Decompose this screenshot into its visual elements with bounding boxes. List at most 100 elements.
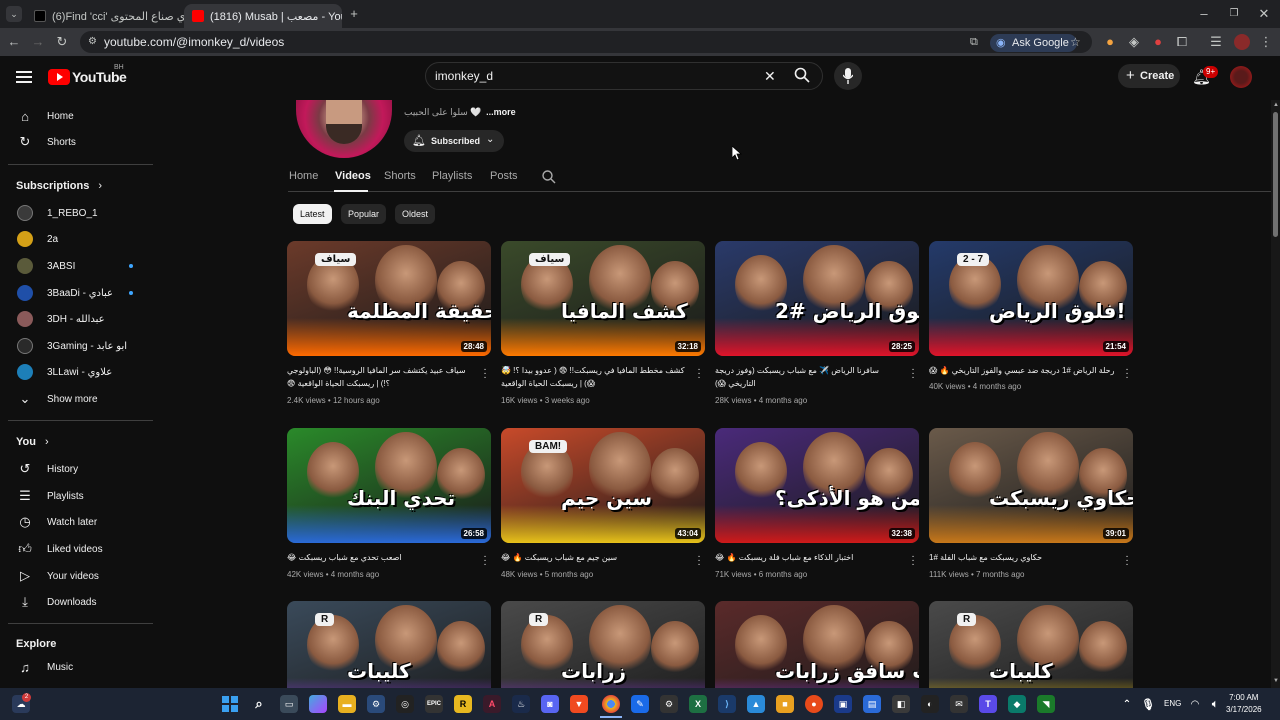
reading-list-icon[interactable]: ☰ [1208, 34, 1224, 50]
app-orange-icon[interactable]: ● [805, 695, 823, 713]
sidebar-item-downloads[interactable]: ⤓ Downloads [0, 589, 152, 615]
app-teal-icon[interactable]: ◆ [1008, 695, 1026, 713]
sidebar-item-your-videos[interactable]: ▷ Your videos [0, 563, 152, 589]
video-menu-icon[interactable]: · · · [909, 365, 917, 383]
tray-overflow-icon[interactable]: ⌃ [1118, 695, 1136, 713]
subscription-item[interactable]: 3DH - عبدالله [0, 306, 152, 332]
wifi-icon[interactable]: ◠ [1186, 695, 1204, 713]
youtube-logo[interactable]: YouTube BH [48, 64, 127, 90]
extensions-puzzle-icon[interactable]: ⧠ [1174, 34, 1190, 50]
search-icon[interactable] [794, 67, 810, 88]
search-input[interactable]: imonkey_d [435, 69, 493, 83]
browser-tab-1[interactable]: (6)Find 'cci' دوري صناع المحتوى ✕ [26, 4, 184, 28]
extension-shield-icon[interactable]: ◈ [1126, 34, 1142, 50]
clear-search-icon[interactable]: ✕ [764, 68, 776, 85]
subscription-item[interactable]: 3BaaDi - عبادي [0, 280, 152, 306]
mail-icon[interactable]: ✉ [950, 695, 968, 713]
video-title[interactable]: رحلة الرياض #1 دريجة ضد عبسي والفوز التا… [929, 364, 1115, 377]
video-menu-icon[interactable]: · · · [481, 365, 489, 383]
volume-icon[interactable]: 🔈︎ [1206, 695, 1224, 713]
video-title[interactable]: سافرنا الرياض ✈️ مع شباب ريسبكت (وفوز در… [715, 364, 901, 390]
video-menu-icon[interactable]: · · · [1123, 365, 1131, 383]
channel-bio[interactable]: سلوا على الحبيب 🤍 ...more [404, 107, 516, 118]
tab-playlists[interactable]: Playlists [432, 170, 472, 182]
show-more-button[interactable]: ⌄ Show more [0, 386, 152, 412]
scroll-up-arrow-icon[interactable]: ▲ [1273, 102, 1279, 108]
store-icon[interactable]: ■ [776, 695, 794, 713]
minimize-icon[interactable]: – [1196, 6, 1212, 22]
video-title[interactable]: اصعب تحدي مع شباب ريسبكت 😂 [287, 551, 473, 564]
address-bar[interactable]: ⚙ youtube.com/@imonkey_d/videos ⧉ ◉ Ask … [80, 31, 1092, 53]
bookmark-star-icon[interactable]: ☆ [1070, 31, 1081, 53]
video-menu-icon[interactable]: · · · [1123, 552, 1131, 570]
install-app-icon[interactable]: ⧉ [970, 31, 978, 53]
video-thumbnail[interactable]: كشف المافيا سياف 32:18 [501, 241, 705, 356]
tab-home[interactable]: Home [289, 170, 318, 182]
voice-search-button[interactable] [834, 62, 862, 90]
video-thumbnail[interactable]: سين جيم BAM! 43:04 [501, 428, 705, 543]
search-box[interactable]: imonkey_d ✕ [425, 62, 823, 90]
channel-avatar[interactable] [296, 100, 392, 158]
extension-2-icon[interactable]: ● [1150, 34, 1166, 50]
language-indicator[interactable]: ENG [1164, 699, 1181, 708]
task-view-icon[interactable]: ▭ [280, 695, 298, 713]
new-tab-icon[interactable]: + [346, 6, 362, 22]
page-scrollbar[interactable]: ▲ ▼ [1271, 100, 1280, 688]
restore-icon[interactable]: ❐ [1226, 6, 1242, 22]
channel-search-icon[interactable] [542, 170, 556, 189]
rockstar-icon[interactable]: R [454, 695, 472, 713]
sidebar-item-history[interactable]: ↺ History [0, 456, 152, 482]
chip-latest[interactable]: Latest [293, 204, 332, 224]
affinity-icon[interactable]: A [483, 695, 501, 713]
subscription-item[interactable]: 2a [0, 226, 152, 252]
video-menu-icon[interactable]: · · · [695, 552, 703, 570]
subscription-item[interactable]: 3Gaming - ابو عابد [0, 333, 152, 359]
chip-oldest[interactable]: Oldest [395, 204, 436, 224]
subscription-item[interactable]: 1_REBO_1 [0, 200, 152, 226]
video-title[interactable]: اختبار الذكاء مع شباب فلة ريسبكت 🔥 😂 [715, 551, 901, 564]
system-clock[interactable]: 7:00 AM 3/17/2026 [1226, 692, 1262, 716]
teams-icon[interactable]: T [979, 695, 997, 713]
obs-icon[interactable]: ◎ [396, 695, 414, 713]
you-heading[interactable]: You › [16, 436, 49, 448]
vscode-icon[interactable]: ⟩ [718, 695, 736, 713]
subscription-item[interactable]: 3ABSI [0, 253, 152, 279]
tab-shorts[interactable]: Shorts [384, 170, 416, 182]
hamburger-menu-icon[interactable] [16, 70, 32, 83]
sidebar-item-shorts[interactable]: ↻ Shorts [0, 129, 152, 155]
ask-google-button[interactable]: ◉ Ask Google [990, 34, 1077, 52]
profile-avatar[interactable] [1234, 34, 1250, 50]
sidebar-item-home[interactable]: ⌂ Home [0, 103, 152, 129]
video-thumbnail[interactable]: فلوق الرياض! 2 - 7 21:54 [929, 241, 1133, 356]
chip-popular[interactable]: Popular [341, 204, 387, 224]
settings-icon[interactable]: ⚙ [367, 695, 385, 713]
tab-videos[interactable]: Videos [335, 170, 371, 182]
scroll-down-arrow-icon[interactable]: ▼ [1273, 678, 1279, 684]
steam-icon[interactable]: ♨ [512, 695, 530, 713]
account-avatar[interactable] [1230, 66, 1252, 88]
sidebar-item-playlists[interactable]: ☰ Playlists [0, 483, 152, 509]
sidebar-item-liked-videos[interactable]: 👍︎ Liked videos [0, 536, 152, 562]
video-title[interactable]: كشف مخطط المافيا في ريسبكت!! 😨 ( عدوو بي… [501, 364, 687, 390]
file-explorer-icon[interactable]: ▬ [338, 695, 356, 713]
sidebar-item-watch-later[interactable]: ◷ Watch later [0, 509, 152, 535]
pen-app-icon[interactable]: ✎ [631, 695, 649, 713]
brave-icon[interactable]: ▼ [570, 695, 588, 713]
app-grey-icon[interactable]: ◧ [892, 695, 910, 713]
settings-gear-app-icon[interactable]: ⚙ [660, 695, 678, 713]
browser-menu-icon[interactable]: ⋮ [1258, 34, 1274, 50]
epic-games-icon[interactable]: EPIC [425, 695, 443, 713]
video-menu-icon[interactable]: · · · [909, 552, 917, 570]
video-thumbnail[interactable]: حكاوي ريسبكت 39:01 [929, 428, 1133, 543]
app-blue-icon[interactable]: ▣ [834, 695, 852, 713]
back-icon[interactable]: ← [6, 34, 22, 50]
video-thumbnail[interactable]: تحدي البنك 26:58 [287, 428, 491, 543]
subscription-item[interactable]: 3LLawi - علاوي [0, 359, 152, 385]
taskbar-search-icon[interactable]: ⌕ [250, 695, 268, 713]
tab-search-icon[interactable]: ⌄ [6, 6, 22, 22]
video-thumbnail[interactable]: من هو الأذكى؟ 32:38 [715, 428, 919, 543]
photos-icon[interactable]: ▲ [747, 695, 765, 713]
video-title[interactable]: سين جيم مع شباب ريسبكت 🔥 😂 [501, 551, 687, 564]
video-menu-icon[interactable]: · · · [695, 365, 703, 383]
tab-posts[interactable]: Posts [490, 170, 518, 182]
